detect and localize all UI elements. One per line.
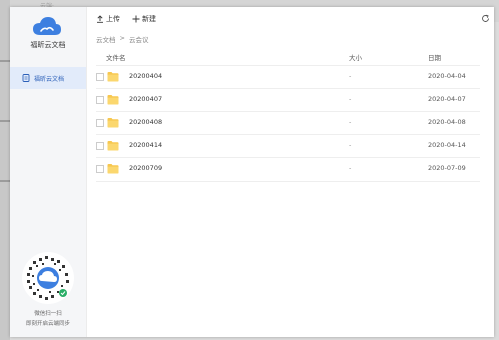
file-name: 20200408 [129,118,163,126]
qr-caption-line1: 微信扫一扫 [34,311,62,317]
folder-icon [107,72,119,82]
row-checkbox[interactable] [96,119,104,127]
row-checkbox[interactable] [96,96,104,104]
table-row[interactable]: 20200407 - 2020-04-07 [96,88,480,112]
table-row[interactable]: 20200414 - 2020-04-14 [96,134,480,158]
file-name: 20200407 [129,95,163,103]
table-row[interactable]: 20200408 - 2020-04-08 [96,111,480,135]
file-date: 2020-04-04 [428,72,466,80]
new-label: 新建 [142,15,156,23]
wechat-qr-code[interactable] [21,251,75,305]
background-mark [0,180,10,182]
file-date: 2020-04-07 [428,95,466,103]
breadcrumb-root[interactable]: 云文档 [96,34,116,44]
column-header-size[interactable]: 大小 [349,52,362,62]
table-row[interactable]: 20200709 - 2020-07-09 [96,157,480,182]
toolbar: 上传 新建 [86,7,494,29]
breadcrumb: 云文档 > 云会议 [96,34,148,44]
upload-label: 上传 [106,15,120,23]
refresh-icon[interactable] [481,14,490,23]
qr-caption-line2: 即刻开启云端同步 [25,321,70,327]
folder-icon [107,118,119,128]
file-size: - [349,141,352,149]
table-header: 文件名 大小 日期 [96,51,480,65]
background-left-edge [0,0,10,340]
file-date: 2020-04-14 [428,141,466,149]
file-date: 2020-07-09 [428,164,466,172]
folder-icon [107,95,119,105]
upload-button[interactable]: 上传 [96,14,120,24]
breadcrumb-current: 云会议 [128,36,149,44]
new-button[interactable]: 新建 [132,14,156,24]
breadcrumb-separator: > [119,34,125,42]
file-name: 20200404 [129,72,163,80]
table-row[interactable]: 20200404 - 2020-04-04 [96,65,480,89]
folder-icon [107,141,119,151]
upload-icon [97,15,103,23]
file-date: 2020-04-08 [428,118,466,126]
plus-icon [132,15,140,23]
sidebar: 福昕云文档 福昕云文档 微信扫一扫 即刻开启云端同步 [10,7,87,337]
sidebar-item-label: 福昕云文档 [34,75,65,83]
file-size: - [349,72,352,80]
file-size: - [349,118,352,126]
cloud-logo-icon [33,17,61,35]
column-header-date[interactable]: 日期 [428,52,441,62]
row-checkbox[interactable] [96,165,104,173]
background-mark [0,60,10,62]
sidebar-item-cloud-docs[interactable]: 福昕云文档 [10,67,86,89]
app-name: 福昕云文档 [30,41,66,49]
app-window: 福昕云文档 福昕云文档 微信扫一扫 即刻开启云端同步 上传 新建 云文档 > 云… [10,7,494,337]
column-header-name[interactable]: 文件名 [106,52,126,62]
row-checkbox[interactable] [96,142,104,150]
row-checkbox[interactable] [96,73,104,81]
document-icon [22,74,30,82]
file-size: - [349,164,352,172]
file-name: 20200414 [129,141,163,149]
background-mark [0,120,10,122]
file-size: - [349,95,352,103]
folder-icon [107,164,119,174]
file-name: 20200709 [129,164,163,172]
